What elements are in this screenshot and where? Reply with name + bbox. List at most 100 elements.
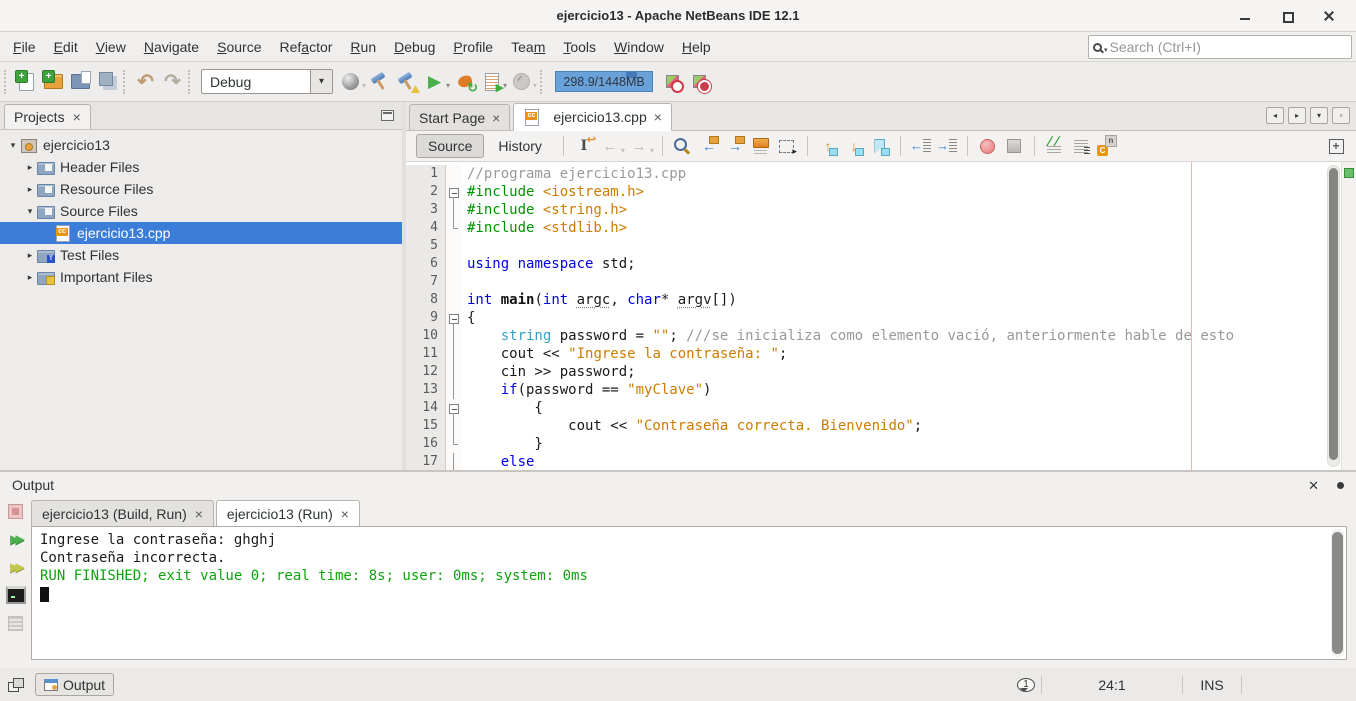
scrollbar-thumb[interactable] [1332,532,1343,654]
chevron-down-icon[interactable] [310,70,332,93]
code-editor[interactable]: 1//programa ejercicio13.cpp2#include <io… [406,162,1356,470]
code-line-1[interactable]: 1//programa ejercicio13.cpp [406,165,1356,183]
menu-file[interactable]: File [4,35,45,59]
record-macro-icon[interactable] [976,134,1000,158]
menu-refactor[interactable]: Refactor [270,35,341,59]
code-line-7[interactable]: 7 [406,273,1356,291]
save-all-icon[interactable] [94,68,121,95]
close-icon[interactable] [1322,9,1336,23]
menu-window[interactable]: Window [605,35,673,59]
code-line-2[interactable]: 2#include <iostream.h> [406,183,1356,201]
profile-point-icon[interactable] [659,68,686,95]
tree-collapsed-icon[interactable]: ▸ [23,272,37,283]
output-tab-ejercicio13-build-run-[interactable]: ejercicio13 (Build, Run) [31,500,214,526]
insert-code-icon[interactable] [1095,134,1119,158]
code-line-6[interactable]: 6using namespace std; [406,255,1356,273]
output-scrollbar[interactable] [1331,529,1344,657]
next-bookmark-icon[interactable] [842,134,866,158]
code-line-5[interactable]: 5 [406,237,1356,255]
code-line-17[interactable]: 17 else [406,453,1356,470]
view-source-button[interactable]: Source [416,134,484,158]
window-group-icon[interactable] [1337,482,1344,489]
code-line-12[interactable]: 12 cin >> password; [406,363,1356,381]
rerun-icon[interactable] [5,528,27,550]
debug-project-icon[interactable] [451,68,478,95]
clean-build-project-icon[interactable] [394,68,421,95]
scroll-tabs-right-icon[interactable]: ▸ [1288,107,1306,124]
tree-expanded-icon[interactable]: ▾ [6,140,20,151]
menu-profile[interactable]: Profile [444,35,502,59]
configuration-select[interactable]: Debug [201,69,333,94]
tab-projects[interactable]: Projects [4,104,91,129]
close-icon[interactable] [492,110,500,126]
menu-help[interactable]: Help [673,35,720,59]
close-icon[interactable] [654,109,662,125]
close-icon[interactable] [341,506,349,522]
build-project-icon[interactable] [367,68,394,95]
profile-project-icon[interactable] [478,68,505,95]
fold-toggle-icon[interactable] [446,399,461,417]
find-icon[interactable] [671,134,695,158]
menu-team[interactable]: Team [502,35,554,59]
comment-icon[interactable] [1043,134,1067,158]
tree-item-important-files[interactable]: ▸Important Files [0,266,402,288]
tab-ejercicio13-cpp[interactable]: ejercicio13.cpp [513,103,672,131]
search-input[interactable] [1110,39,1351,55]
tree-item-ejercicio13-cpp[interactable]: ejercicio13.cpp [0,222,402,244]
tab-start-page[interactable]: Start Page [409,104,510,130]
menu-tools[interactable]: Tools [554,35,605,59]
find-previous-icon[interactable] [697,134,721,158]
search-dropdown-icon[interactable]: ▾ [1104,46,1108,54]
output-tab-ejercicio13-run-[interactable]: ejercicio13 (Run) [216,500,360,527]
opened-documents-icon[interactable]: ▾ [1310,107,1328,124]
console[interactable]: Ingrese la contraseña: ghghjContraseña i… [31,526,1347,660]
code-line-15[interactable]: 15 cout << "Contraseña correcta. Bienven… [406,417,1356,435]
redo-icon[interactable] [159,68,186,95]
code-line-9[interactable]: 9{ [406,309,1356,327]
tree-item-resource-files[interactable]: ▸Resource Files [0,178,402,200]
minimize-window-icon[interactable] [381,110,394,121]
last-edit-icon[interactable] [572,134,596,158]
code-line-10[interactable]: 10 string password = ""; ///se inicializ… [406,327,1356,345]
menu-source[interactable]: Source [208,35,270,59]
fold-toggle-icon[interactable] [446,309,461,327]
code-line-16[interactable]: 16 } [406,435,1356,453]
maximize-window-icon[interactable]: ▫ [1332,107,1350,124]
new-file-icon[interactable] [13,68,40,95]
undo-icon[interactable] [132,68,159,95]
rerun-changed-icon[interactable] [5,556,27,578]
new-project-icon[interactable] [40,68,67,95]
code-line-13[interactable]: 13 if(password == "myClave") [406,381,1356,399]
open-project-icon[interactable] [67,68,94,95]
highlight-icon[interactable] [749,134,773,158]
tree-collapsed-icon[interactable]: ▸ [23,250,37,261]
code-line-8[interactable]: 8int main(int argc, char* argv[]) [406,291,1356,309]
profiler-stop-icon[interactable] [686,68,713,95]
editor-scrollbar[interactable] [1327,165,1340,467]
fold-toggle-icon[interactable] [446,183,461,201]
tree-collapsed-icon[interactable]: ▸ [23,184,37,195]
rect-select-icon[interactable] [775,134,799,158]
search-box[interactable]: ▾ [1088,35,1352,59]
shift-right-icon[interactable] [935,134,959,158]
menu-edit[interactable]: Edit [45,35,87,59]
terminal-icon[interactable] [5,584,27,606]
restore-icon[interactable] [1280,9,1294,23]
code-line-4[interactable]: 4#include <stdlib.h> [406,219,1356,237]
tree-item-source-files[interactable]: ▾Source Files [0,200,402,222]
globe-icon[interactable] [337,68,364,95]
close-icon[interactable] [195,506,203,522]
menu-run[interactable]: Run [341,35,385,59]
tree-item-test-files[interactable]: ▸Test Files [0,244,402,266]
tree-expanded-icon[interactable]: ▾ [23,206,37,217]
code-line-11[interactable]: 11 cout << "Ingrese la contraseña: "; [406,345,1356,363]
tree-item-ejercicio13[interactable]: ▾ejercicio13 [0,134,402,156]
menu-navigate[interactable]: Navigate [135,35,208,59]
split-window-icon[interactable] [1324,134,1348,158]
dock-windows-icon[interactable] [8,678,26,692]
code-line-14[interactable]: 14 { [406,399,1356,417]
toggle-bookmark-icon[interactable] [868,134,892,158]
scrollbar-thumb[interactable] [1329,168,1338,460]
close-icon[interactable] [1308,477,1319,494]
view-history-button[interactable]: History [486,134,554,158]
